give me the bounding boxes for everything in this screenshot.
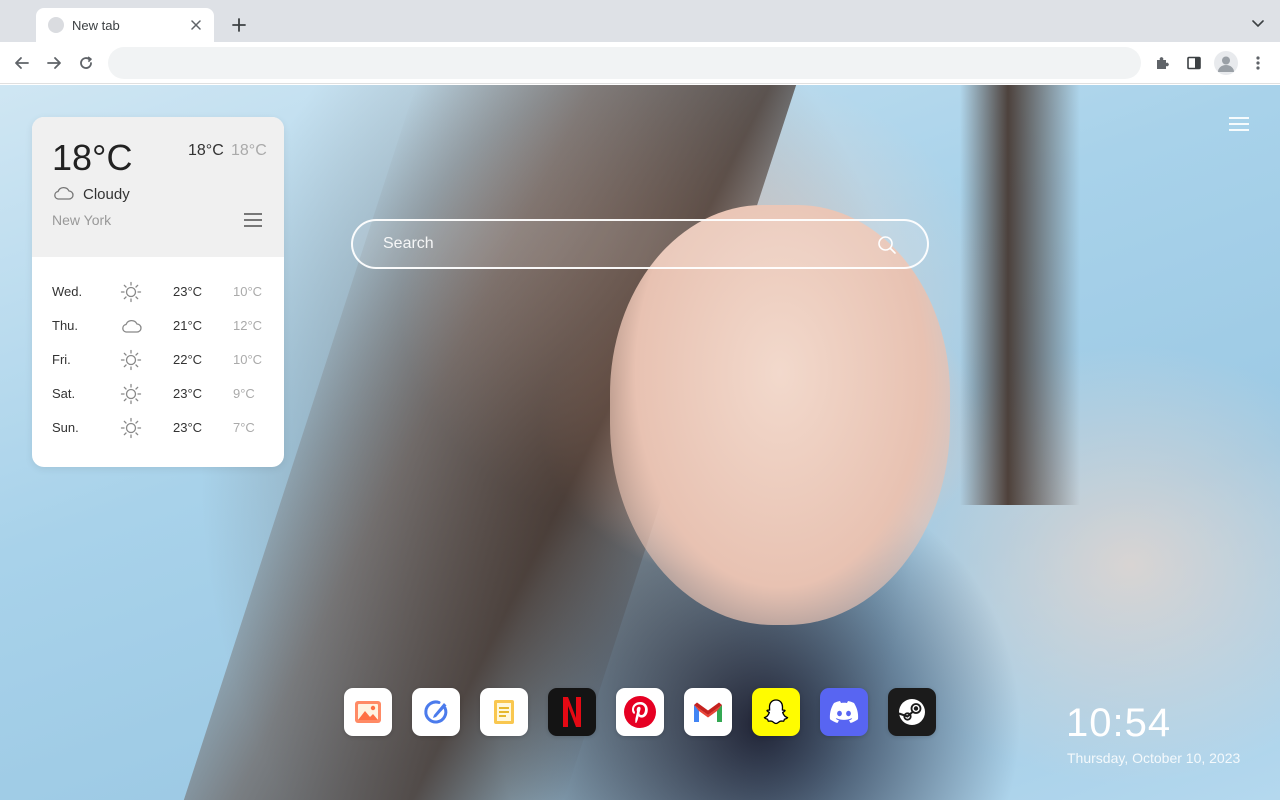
forecast-low: 9°C xyxy=(233,385,255,401)
netflix-icon xyxy=(563,697,581,727)
current-temperature: 18°C xyxy=(52,137,133,178)
page-menu-icon[interactable] xyxy=(1229,117,1249,133)
back-arrow-icon[interactable] xyxy=(10,51,34,75)
side-panel-icon[interactable] xyxy=(1182,51,1206,75)
forecast-low: 12°C xyxy=(233,317,263,333)
dock-netflix-button[interactable] xyxy=(548,688,596,736)
gmail-icon xyxy=(694,702,722,722)
today-low: 18°C xyxy=(231,142,267,159)
forecast-low: 10°C xyxy=(233,283,263,299)
dock-discord-button[interactable] xyxy=(820,688,868,736)
forecast-row: Fri. 22°C 10°C xyxy=(32,342,284,376)
today-high: 18°C xyxy=(188,142,224,159)
clock-date: Thursday, October 10, 2023 xyxy=(1067,750,1241,766)
discord-icon xyxy=(829,701,859,723)
steam-icon xyxy=(898,699,925,725)
weather-city: New York xyxy=(52,212,112,228)
forecast-row: Thu. 21°C 12°C xyxy=(32,308,284,342)
search-input[interactable] xyxy=(383,221,863,267)
wallpaper-hair-right xyxy=(960,85,1080,505)
forecast-high: 23°C xyxy=(173,419,203,435)
clock-time: 10:54 xyxy=(1066,701,1172,745)
more-vert-icon[interactable] xyxy=(1246,51,1270,75)
browser-toolbar xyxy=(0,42,1280,84)
cloud-icon xyxy=(54,187,74,200)
notes-icon xyxy=(494,700,514,724)
forecast-high: 23°C xyxy=(173,283,203,299)
profile-icon[interactable] xyxy=(1214,51,1238,75)
search-box xyxy=(351,219,929,269)
weather-condition: Cloudy xyxy=(83,186,130,203)
dock-gallery-button[interactable] xyxy=(344,688,392,736)
forecast-day: Sun. xyxy=(52,419,79,435)
picture-icon xyxy=(355,701,381,723)
forecast-low: 7°C xyxy=(233,419,255,435)
forecast-day: Sat. xyxy=(52,385,76,401)
check-pen-icon xyxy=(424,700,448,724)
forecast-high: 23°C xyxy=(173,385,203,401)
forecast-day: Wed. xyxy=(52,283,83,299)
weather-menu-icon[interactable] xyxy=(244,213,262,229)
forecast-day: Thu. xyxy=(52,317,79,333)
forecast-row: Sun. 23°C 7°C xyxy=(32,410,284,444)
dock-notes-button[interactable] xyxy=(480,688,528,736)
address-bar[interactable] xyxy=(108,47,1141,79)
forecast-row: Sat. 23°C 9°C xyxy=(32,376,284,410)
sun-icon xyxy=(120,349,142,371)
dock-check-button[interactable] xyxy=(412,688,460,736)
pinterest-icon xyxy=(624,696,656,728)
plus-icon[interactable] xyxy=(228,14,250,36)
forecast-high: 22°C xyxy=(173,351,203,367)
tab-favicon-icon xyxy=(48,17,64,33)
search-icon[interactable] xyxy=(877,235,897,255)
tab-title: New tab xyxy=(72,17,120,33)
weather-widget: 18°C 18°C 18°C Cloudy New York Wed. 23°C… xyxy=(32,117,284,467)
snapchat-icon xyxy=(763,699,789,725)
close-icon[interactable] xyxy=(188,17,204,33)
dock-gmail-button[interactable] xyxy=(684,688,732,736)
sun-icon xyxy=(120,417,142,439)
weather-current: 18°C 18°C 18°C Cloudy New York xyxy=(32,117,284,257)
dock-steam-button[interactable] xyxy=(888,688,936,736)
sun-icon xyxy=(120,383,142,405)
forecast-low: 10°C xyxy=(233,351,263,367)
puzzle-icon[interactable] xyxy=(1150,51,1174,75)
tab-strip: New tab xyxy=(0,0,1280,42)
forecast-day: Fri. xyxy=(52,351,71,367)
forecast-row: Wed. 23°C 10°C xyxy=(32,274,284,308)
reload-icon[interactable] xyxy=(74,51,98,75)
new-tab-page: 18°C 18°C 18°C Cloudy New York Wed. 23°C… xyxy=(0,85,1280,800)
dock-snapchat-button[interactable] xyxy=(752,688,800,736)
tab-new-tab[interactable]: New tab xyxy=(36,8,214,42)
cloud-icon xyxy=(122,320,142,333)
forward-arrow-icon[interactable] xyxy=(42,51,66,75)
chevron-down-icon[interactable] xyxy=(1248,14,1268,34)
forecast-high: 21°C xyxy=(173,317,203,333)
dock-pinterest-button[interactable] xyxy=(616,688,664,736)
sun-icon xyxy=(120,281,142,303)
forecast-list: Wed. 23°C 10°C Thu. 21°C 12°C Fri. 22°C … xyxy=(32,257,284,444)
